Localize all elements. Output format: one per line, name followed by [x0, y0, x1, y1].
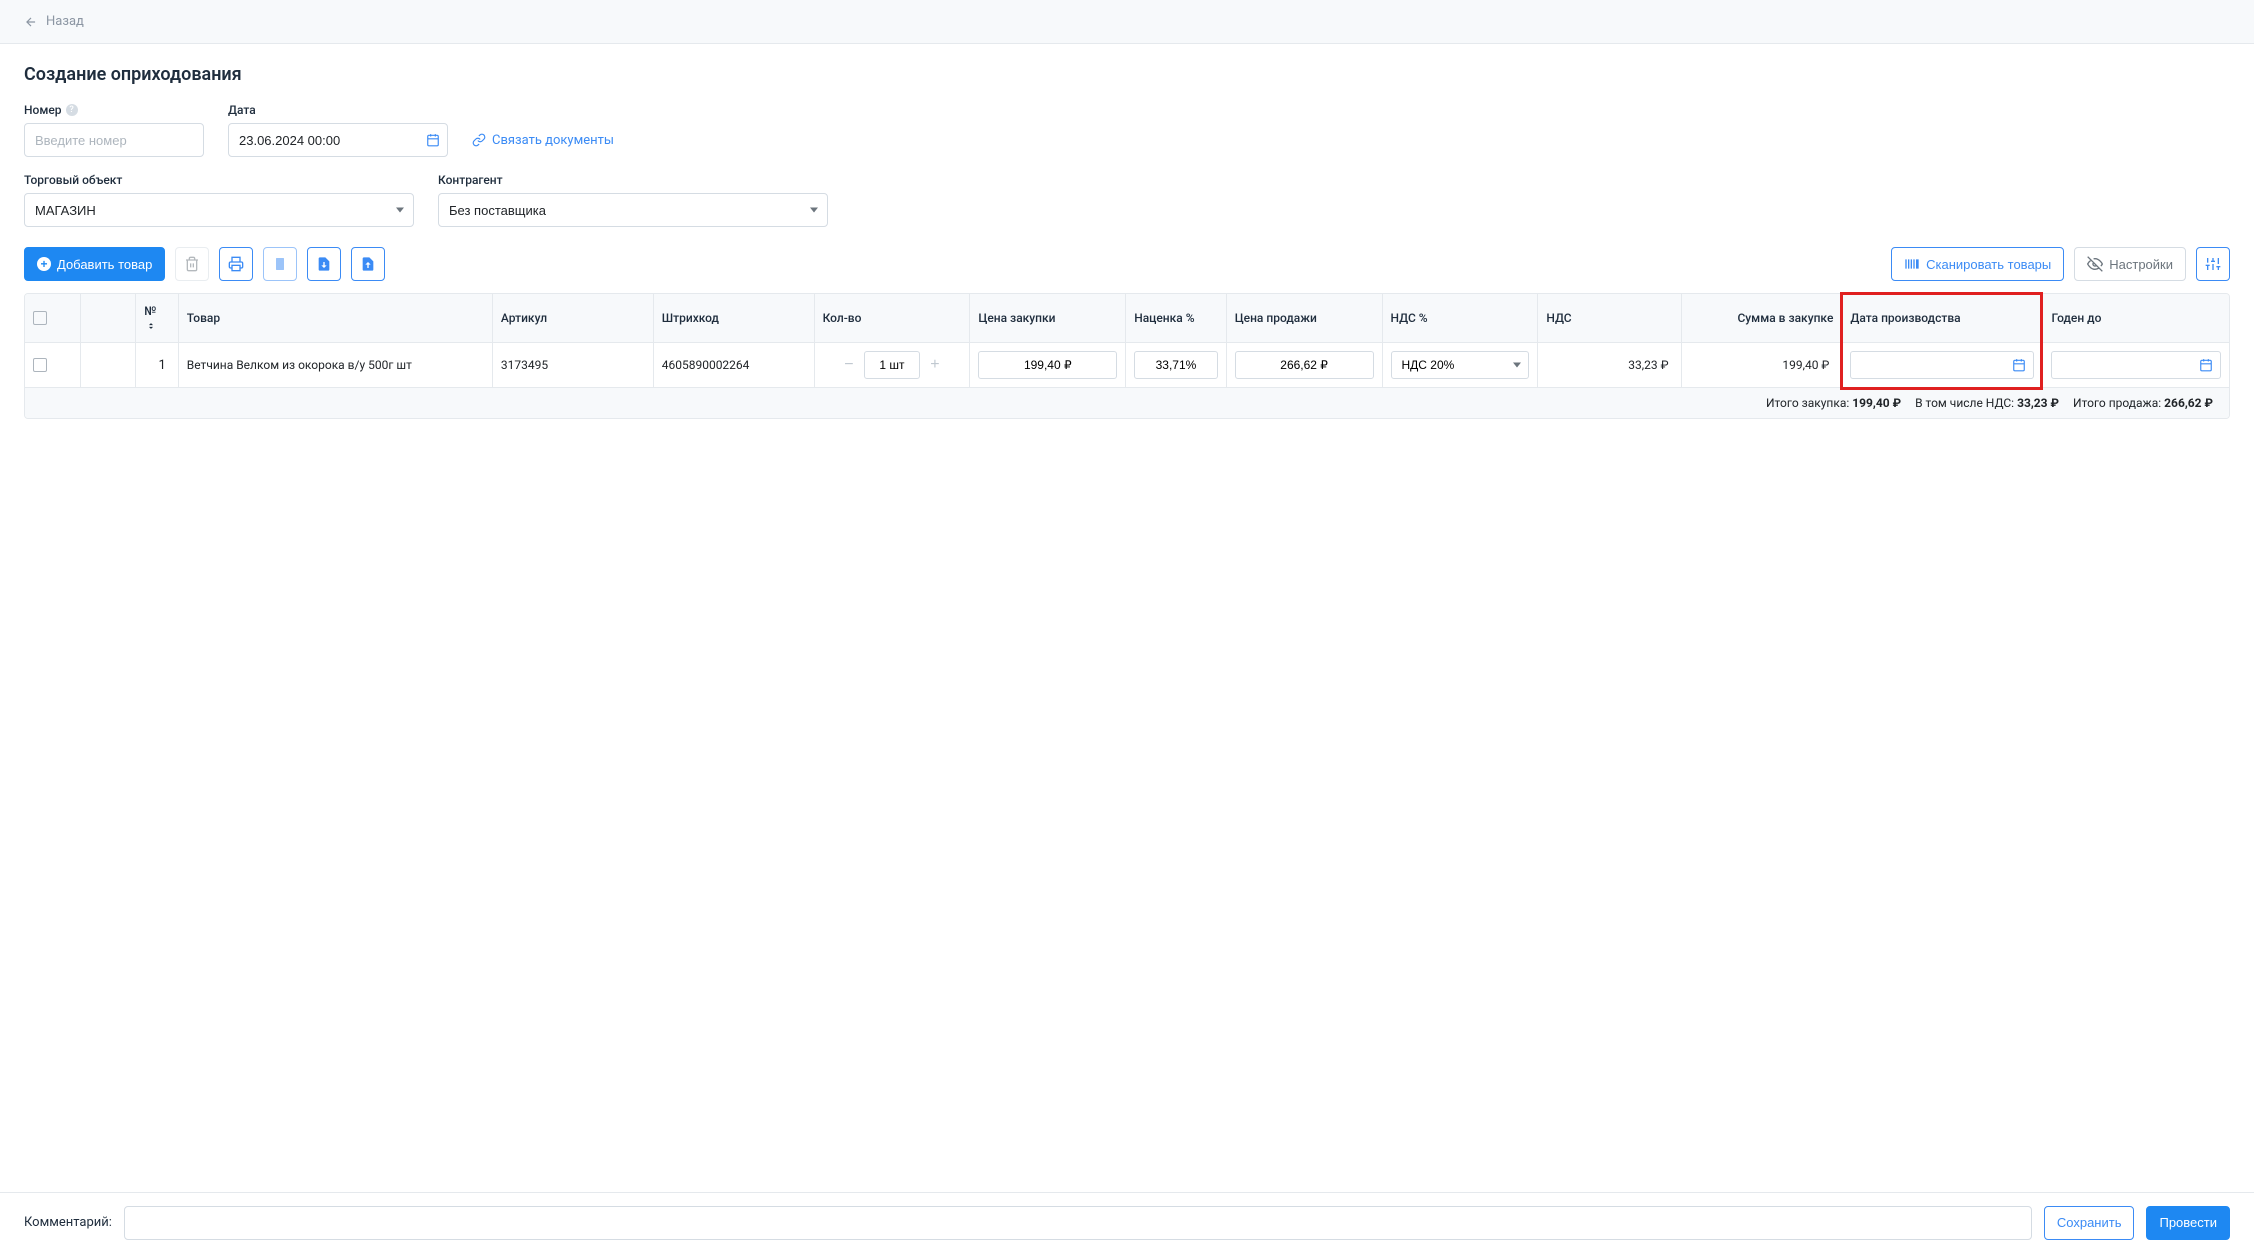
col-sale-price-header[interactable]: Цена продажи	[1226, 294, 1382, 343]
row-checkbox[interactable]	[33, 358, 47, 372]
back-label: Назад	[46, 14, 84, 29]
col-name-header[interactable]: Товар	[178, 294, 492, 343]
row-vat: 33,23 ₽	[1546, 358, 1672, 372]
counterparty-label: Контрагент	[438, 173, 828, 187]
date-label: Дата	[228, 103, 448, 117]
submit-button[interactable]: Провести	[2146, 1206, 2230, 1240]
link-icon	[472, 133, 486, 147]
scan-products-label: Сканировать товары	[1926, 257, 2051, 272]
row-num: 1	[158, 358, 165, 373]
add-product-button[interactable]: + Добавить товар	[24, 247, 165, 281]
qty-decrease-button[interactable]: −	[840, 356, 858, 374]
col-sum-header[interactable]: Сумма в закупке	[1681, 294, 1842, 343]
settings-button[interactable]: Настройки	[2074, 247, 2186, 281]
receipt-button[interactable]	[263, 247, 297, 281]
row-barcode: 4605890002264	[662, 358, 750, 372]
table-row: 1 Ветчина Велком из окорока в/у 500г шт …	[25, 343, 2229, 388]
col-qty-header[interactable]: Кол-во	[814, 294, 970, 343]
products-table: № Товар Артикул Штрихкод Кол-во Цена зак…	[25, 294, 2229, 418]
col-checkbox-header	[25, 294, 80, 343]
exp-date-input[interactable]	[2051, 351, 2221, 379]
arrow-left-icon	[24, 15, 38, 29]
purchase-price-input[interactable]	[978, 351, 1117, 379]
link-documents-label: Связать документы	[492, 133, 614, 148]
select-all-checkbox[interactable]	[33, 311, 47, 325]
save-button[interactable]: Сохранить	[2044, 1206, 2135, 1240]
col-purchase-price-header[interactable]: Цена закупки	[970, 294, 1126, 343]
sale-price-input[interactable]	[1235, 351, 1374, 379]
qty-increase-button[interactable]: +	[926, 356, 944, 374]
col-markup-header[interactable]: Наценка %	[1126, 294, 1227, 343]
col-vat-pct-header[interactable]: НДС %	[1382, 294, 1538, 343]
print-button[interactable]	[219, 247, 253, 281]
scan-products-button[interactable]: Сканировать товары	[1891, 247, 2064, 281]
col-num-header[interactable]: №	[136, 294, 179, 343]
col-vat-header[interactable]: НДС	[1538, 294, 1681, 343]
printer-icon	[228, 256, 244, 272]
number-input[interactable]	[24, 123, 204, 157]
total-vat: В том числе НДС: 33,23 ₽	[1915, 396, 2059, 410]
trade-object-label: Торговый объект	[24, 173, 414, 187]
file-export-icon	[360, 256, 376, 272]
trade-object-select[interactable]	[24, 193, 414, 227]
comment-label: Комментарий:	[24, 1215, 112, 1230]
page-title: Создание оприходования	[24, 64, 2230, 85]
delete-button[interactable]	[175, 247, 209, 281]
link-documents-button[interactable]: Связать документы	[472, 123, 614, 157]
col-barcode-header[interactable]: Штрихкод	[653, 294, 814, 343]
trash-icon	[184, 256, 200, 272]
col-drag-header	[80, 294, 135, 343]
settings-label: Настройки	[2109, 257, 2173, 272]
row-product-name: Ветчина Велком из окорока в/у 500г шт	[187, 358, 412, 372]
date-input[interactable]	[228, 123, 448, 157]
sliders-icon	[2205, 256, 2221, 272]
receipt-icon	[272, 256, 288, 272]
table-footer: Итого закупка: 199,40 ₽ В том числе НДС:…	[25, 388, 2229, 419]
total-sale: Итого продажа: 266,62 ₽	[2073, 396, 2213, 410]
counterparty-select[interactable]	[438, 193, 828, 227]
mfg-date-input[interactable]	[1850, 351, 2034, 379]
plus-circle-icon: +	[37, 257, 51, 271]
row-article: 3173495	[501, 358, 548, 372]
sort-icon	[146, 321, 156, 331]
barcode-icon	[1904, 256, 1920, 272]
export-button[interactable]	[351, 247, 385, 281]
vat-pct-select[interactable]	[1391, 351, 1530, 379]
number-label: Номер ?	[24, 103, 204, 117]
back-link[interactable]: Назад	[24, 14, 84, 29]
markup-input[interactable]	[1134, 351, 1218, 379]
file-import-icon	[316, 256, 332, 272]
col-mfg-date-header[interactable]: Дата производства	[1842, 294, 2043, 343]
help-icon[interactable]: ?	[66, 104, 78, 116]
row-drag-handle[interactable]	[80, 343, 135, 388]
filter-button[interactable]	[2196, 247, 2230, 281]
add-product-label: Добавить товар	[57, 257, 152, 272]
import-button[interactable]	[307, 247, 341, 281]
col-article-header[interactable]: Артикул	[492, 294, 653, 343]
row-sum: 199,40 ₽	[1690, 358, 1834, 372]
comment-input[interactable]	[124, 1206, 2032, 1240]
qty-input[interactable]	[864, 351, 920, 379]
eye-off-icon	[2087, 256, 2103, 272]
total-purchase: Итого закупка: 199,40 ₽	[1766, 396, 1901, 410]
col-exp-date-header[interactable]: Годен до	[2043, 294, 2229, 343]
